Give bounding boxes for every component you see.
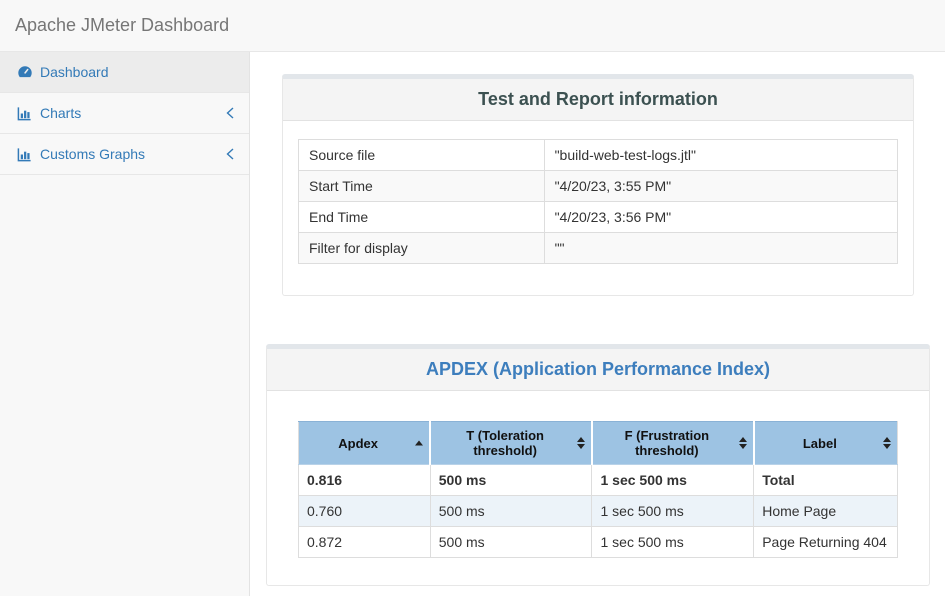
- info-label: Source file: [299, 140, 545, 171]
- frustration-value: 1 sec 500 ms: [592, 496, 754, 527]
- info-value: "build-web-test-logs.jtl": [544, 140, 897, 171]
- info-value: "4/20/23, 3:56 PM": [544, 202, 897, 233]
- toleration-value: 500 ms: [430, 527, 592, 558]
- info-value: "": [544, 233, 897, 264]
- sort-both-icon: [577, 437, 585, 449]
- sidebar-item-charts[interactable]: Charts: [0, 93, 249, 134]
- table-row: 0.760 500 ms 1 sec 500 ms Home Page: [299, 496, 898, 527]
- info-label: Start Time: [299, 171, 545, 202]
- test-report-info-heading: Test and Report information: [283, 79, 913, 121]
- table-row: 0.816 500 ms 1 sec 500 ms Total: [299, 465, 898, 496]
- info-label: End Time: [299, 202, 545, 233]
- sidebar-item-dashboard[interactable]: Dashboard: [0, 52, 249, 93]
- sidebar-item-label: Charts: [40, 105, 81, 121]
- apdex-panel: APDEX (Application Performance Index) Ap…: [266, 344, 930, 586]
- column-header-apdex[interactable]: Apdex: [299, 422, 431, 465]
- apdex-value: 0.760: [299, 496, 431, 527]
- table-row: 0.872 500 ms 1 sec 500 ms Page Returning…: [299, 527, 898, 558]
- test-report-info-body: Source file "build-web-test-logs.jtl" St…: [283, 121, 913, 295]
- apdex-title: APDEX (Application Performance Index): [426, 359, 770, 380]
- table-row: Start Time "4/20/23, 3:55 PM": [299, 171, 898, 202]
- frustration-value: 1 sec 500 ms: [592, 527, 754, 558]
- sidebar: Dashboard Charts Customs Graphs: [0, 52, 250, 596]
- sort-both-icon: [883, 437, 891, 449]
- sort-both-icon: [739, 437, 747, 449]
- info-value: "4/20/23, 3:55 PM": [544, 171, 897, 202]
- toleration-value: 500 ms: [430, 465, 592, 496]
- apdex-table: Apdex T (Toleration threshold) F (Frustr…: [298, 421, 898, 558]
- frustration-value: 1 sec 500 ms: [592, 465, 754, 496]
- info-label: Filter for display: [299, 233, 545, 264]
- sort-asc-icon: [415, 441, 423, 446]
- table-row: End Time "4/20/23, 3:56 PM": [299, 202, 898, 233]
- column-header-toleration[interactable]: T (Toleration threshold): [430, 422, 592, 465]
- apdex-heading: APDEX (Application Performance Index): [267, 349, 929, 391]
- test-report-info-title: Test and Report information: [478, 89, 718, 110]
- sidebar-item-label: Customs Graphs: [40, 146, 145, 162]
- test-report-info-panel: Test and Report information Source file …: [282, 74, 914, 296]
- gauge-icon: [16, 64, 33, 80]
- main-content: Test and Report information Source file …: [251, 74, 945, 586]
- bar-chart-icon: [16, 106, 33, 121]
- apdex-body: Apdex T (Toleration threshold) F (Frustr…: [267, 391, 929, 585]
- apdex-value: 0.816: [299, 465, 431, 496]
- bar-chart-icon: [16, 147, 33, 162]
- sidebar-item-customs-graphs[interactable]: Customs Graphs: [0, 134, 249, 175]
- table-row: Source file "build-web-test-logs.jtl": [299, 140, 898, 171]
- chevron-left-icon: [225, 148, 235, 160]
- label-value: Page Returning 404: [754, 527, 898, 558]
- column-header-frustration[interactable]: F (Frustration threshold): [592, 422, 754, 465]
- label-value: Home Page: [754, 496, 898, 527]
- sidebar-item-label: Dashboard: [40, 64, 109, 80]
- toleration-value: 500 ms: [430, 496, 592, 527]
- apdex-header-row: Apdex T (Toleration threshold) F (Frustr…: [299, 422, 898, 465]
- app-title: Apache JMeter Dashboard: [15, 15, 229, 36]
- top-navbar: Apache JMeter Dashboard: [0, 0, 945, 52]
- table-row: Filter for display "": [299, 233, 898, 264]
- column-header-label[interactable]: Label: [754, 422, 898, 465]
- apdex-value: 0.872: [299, 527, 431, 558]
- label-value: Total: [754, 465, 898, 496]
- chevron-left-icon: [225, 107, 235, 119]
- test-report-info-table: Source file "build-web-test-logs.jtl" St…: [298, 139, 898, 264]
